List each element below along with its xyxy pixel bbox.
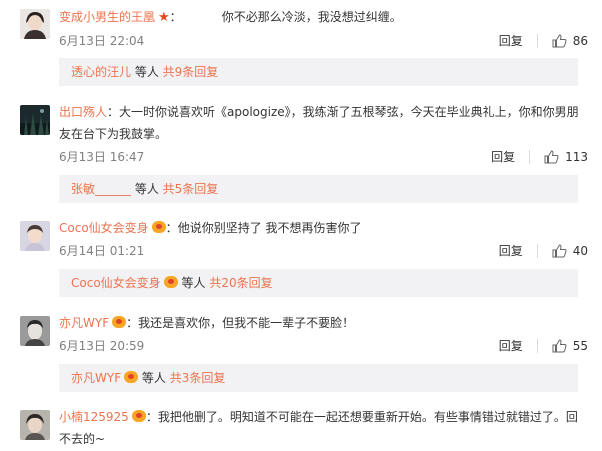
replies-summary[interactable]: 透心的汪儿 等人 共9条回复 [59,58,578,86]
comment-actions: 回复 86 [499,31,588,51]
reply-author[interactable]: 亦凡WYF [71,371,121,385]
vip-badge-icon [131,410,146,422]
divider [536,339,538,353]
avatar[interactable] [20,9,50,39]
comment-meta: 6月14日 01:21 回复 40 [59,241,588,261]
comment-text: 我还是喜欢你，但我不能一辈子不要脸！ [138,316,355,330]
comment-content: 出口殇人：大一时你说喜欢听《apologize》，我练渐了五根琴弦，今天在毕业典… [59,105,579,141]
reply-button[interactable]: 回复 [499,241,523,261]
comment-time: 6月13日 16:47 [59,150,145,164]
comment-text: 他说你别坚持了 我不想再伤害你了 [177,221,362,235]
thumbs-up-icon [552,34,567,48]
comment-time: 6月13日 22:04 [59,34,145,48]
like-count: 55 [572,339,588,353]
avatar[interactable] [20,316,50,346]
comment-author[interactable]: 亦凡WYF [59,316,109,330]
comment-meta: 6月13日 16:47 回复 113 [59,147,588,167]
divider [536,34,538,48]
avatar[interactable] [20,105,50,135]
comment-time: 6月14日 01:21 [59,244,145,258]
reply-button[interactable]: 回复 [499,336,523,356]
comment-content: 亦凡WYF ：我还是喜欢你，但我不能一辈子不要脸！ [59,316,355,330]
reply-count-link[interactable]: 共5条回复 [163,182,219,196]
like-button[interactable]: 55 [552,336,588,356]
comment-author[interactable]: Coco仙女会变身 [59,221,149,235]
replies-summary[interactable]: 张敏______ 等人 共5条回复 [59,175,578,203]
comment-content: 变成小男生的王凰 ★： 你不必那么冷淡，我没想过纠缠。 [59,10,402,25]
like-count: 40 [572,244,588,258]
comment-content: Coco仙女会变身 ：他说你别坚持了 我不想再伤害你了 [59,221,362,235]
comment-author[interactable]: 出口殇人 [59,105,107,119]
comment-meta: 6月13日 20:59 回复 55 [59,336,588,356]
like-count: 113 [565,150,588,164]
replies-summary[interactable]: 亦凡WYF 等人 共3条回复 [59,364,578,392]
comment-text: 大一时你说喜欢听《apologize》，我练渐了五根琴弦，今天在毕业典礼上，你和… [59,105,579,141]
avatar[interactable] [20,221,50,251]
vip-badge-icon [163,276,178,288]
reply-count-link[interactable]: 共20条回复 [209,276,272,290]
comment-content: 小楠125925 ：我把他删了。明知道不可能在一起还想要重新开始。有些事情错过就错… [59,410,578,446]
vip-badge-icon [124,371,139,383]
comment-time: 6月13日 20:59 [59,339,145,353]
reply-count-link[interactable]: 共9条回复 [163,65,219,79]
like-count: 86 [572,34,588,48]
like-button[interactable]: 86 [552,31,588,51]
reply-author[interactable]: Coco仙女会变身 [71,276,161,290]
comment-actions: 回复 113 [491,147,588,167]
divider [529,150,531,164]
thumbs-up-icon [544,150,559,164]
vip-badge-icon [151,221,166,233]
star-badge-icon: ★ [158,10,170,25]
reply-author[interactable]: 透心的汪儿 [71,65,131,79]
like-button[interactable]: 40 [552,241,588,261]
reply-button[interactable]: 回复 [499,31,523,51]
replies-summary[interactable]: Coco仙女会变身 等人 共20条回复 [59,269,578,297]
comment-text: 你不必那么冷淡，我没想过纠缠。 [221,10,402,24]
divider [536,244,538,258]
reply-count-link[interactable]: 共3条回复 [170,371,226,385]
reply-button[interactable]: 回复 [491,147,515,167]
comment-actions: 回复 40 [499,241,588,261]
like-button[interactable]: 113 [544,147,588,167]
comment-actions: 回复 55 [499,336,588,356]
comment-meta: 6月13日 22:04 回复 86 [59,31,588,51]
vip-badge-icon [112,316,127,328]
thumbs-up-icon [552,339,567,353]
comment-author[interactable]: 小楠125925 [59,410,129,424]
thumbs-up-icon [552,244,567,258]
reply-author[interactable]: 张敏______ [71,182,131,196]
avatar[interactable] [20,410,50,440]
comment-author[interactable]: 变成小男生的王凰 [59,10,155,24]
